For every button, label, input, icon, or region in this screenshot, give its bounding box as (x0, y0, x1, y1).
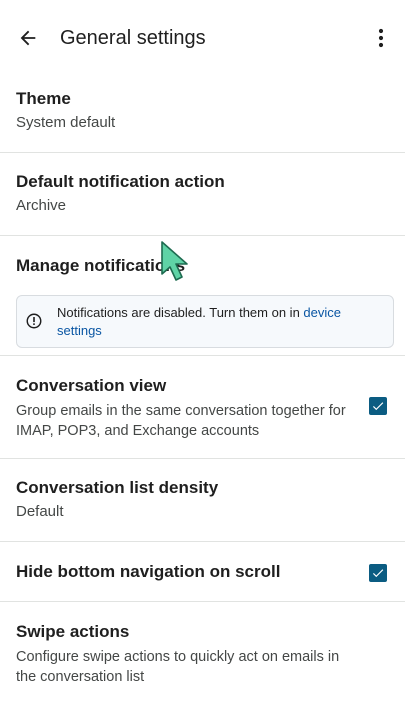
more-vert-icon (378, 28, 384, 48)
info-icon (26, 313, 42, 329)
setting-title: Default notification action (16, 172, 225, 191)
more-options-button[interactable] (367, 22, 395, 54)
setting-value: Default (16, 503, 64, 520)
setting-title: Swipe actions (16, 622, 130, 641)
setting-text: Swipe actions Configure swipe actions to… (16, 620, 356, 687)
check-icon (372, 402, 384, 411)
setting-title: Theme (16, 89, 71, 108)
setting-default-notification-action[interactable]: Default notification action Archive (0, 153, 405, 236)
app-bar: General settings (0, 0, 405, 76)
setting-swipe-actions[interactable]: Swipe actions Configure swipe actions to… (0, 602, 405, 702)
setting-description: Configure swipe actions to quickly act o… (16, 649, 340, 685)
setting-hide-bottom-navigation[interactable]: Hide bottom navigation on scroll (0, 542, 405, 602)
conversation-view-checkbox[interactable] (369, 397, 387, 415)
setting-text: Conversation view Group emails in the sa… (16, 374, 356, 441)
hide-bottom-navigation-checkbox[interactable] (369, 564, 387, 582)
setting-title: Hide bottom navigation on scroll (16, 562, 281, 581)
setting-conversation-list-density[interactable]: Conversation list density Default (0, 459, 405, 542)
setting-theme[interactable]: Theme System default (0, 76, 405, 153)
arrow-back-icon (20, 30, 36, 46)
notifications-disabled-banner: Notifications are disabled. Turn them on… (16, 295, 394, 348)
setting-title: Manage notifications (16, 256, 186, 275)
setting-value: Archive (16, 197, 67, 214)
setting-title: Conversation view (16, 376, 167, 395)
setting-description: Group emails in the same conversation to… (16, 403, 346, 439)
setting-title: Conversation list density (16, 478, 219, 497)
setting-value: System default (16, 114, 116, 131)
settings-list: Theme System default Default notificatio… (0, 76, 405, 702)
back-button[interactable] (12, 22, 44, 54)
banner-message: Notifications are disabled. Turn them on… (57, 304, 383, 340)
check-icon (372, 569, 384, 578)
setting-manage-notifications[interactable]: Manage notifications Notifications are d… (0, 236, 405, 356)
banner-text: Notifications are disabled. Turn them on… (57, 304, 304, 320)
page-title: General settings (60, 27, 206, 49)
setting-conversation-view[interactable]: Conversation view Group emails in the sa… (0, 356, 405, 459)
